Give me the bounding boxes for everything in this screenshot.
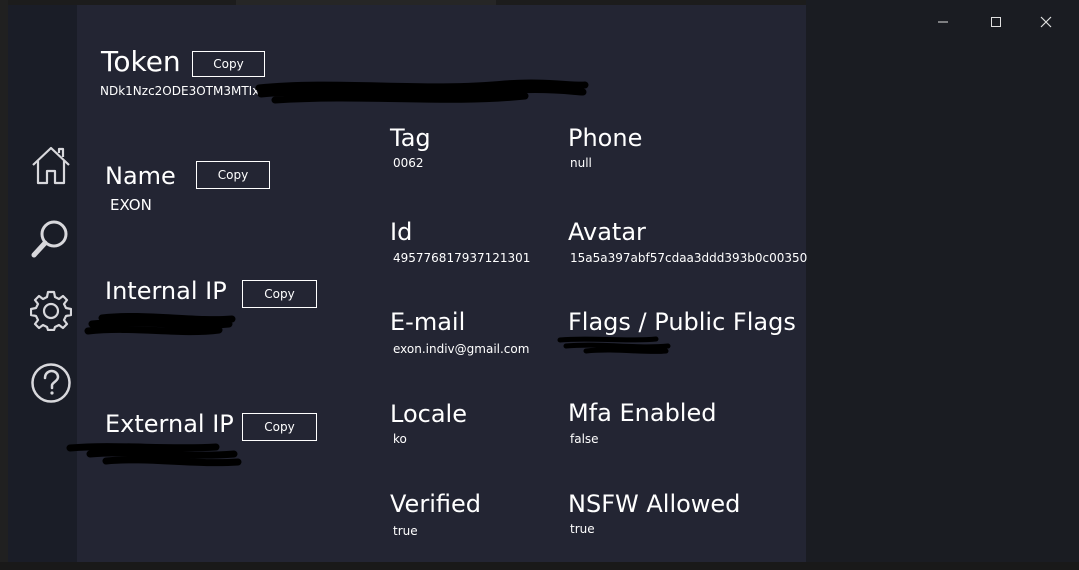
locale-value: ko bbox=[393, 432, 407, 446]
redaction-scribble bbox=[557, 336, 671, 354]
verified-value: true bbox=[393, 524, 418, 538]
maximize-button[interactable] bbox=[979, 8, 1013, 36]
mfa-label: Mfa Enabled bbox=[568, 399, 717, 427]
close-icon bbox=[1040, 16, 1052, 28]
internal-ip-label: Internal IP bbox=[105, 277, 227, 305]
close-button[interactable] bbox=[1029, 8, 1063, 36]
external-ip-label: External IP bbox=[105, 410, 234, 438]
home-icon[interactable] bbox=[30, 144, 72, 186]
email-label: E-mail bbox=[390, 308, 466, 336]
desktop-background-left bbox=[0, 0, 8, 570]
name-value: EXON bbox=[110, 196, 152, 214]
avatar-value: 15a5a397abf57cdaa3ddd393b0c00350 bbox=[570, 251, 808, 265]
copy-name-button[interactable]: Copy bbox=[196, 161, 270, 189]
avatar-label: Avatar bbox=[568, 218, 646, 246]
help-icon[interactable] bbox=[30, 362, 72, 404]
verified-label: Verified bbox=[390, 490, 481, 518]
copy-external-ip-button[interactable]: Copy bbox=[242, 413, 317, 441]
id-label: Id bbox=[390, 218, 413, 246]
minimize-button[interactable] bbox=[926, 8, 960, 36]
mfa-value: false bbox=[570, 432, 599, 446]
copy-internal-ip-button[interactable]: Copy bbox=[242, 280, 317, 308]
nsfw-value: true bbox=[570, 522, 595, 536]
copy-token-button[interactable]: Copy bbox=[192, 51, 265, 77]
token-value: NDk1Nzc2ODE3OTM3MTIx bbox=[100, 84, 260, 98]
maximize-icon bbox=[991, 17, 1001, 27]
desktop-background-bottom bbox=[0, 562, 1079, 570]
nsfw-label: NSFW Allowed bbox=[568, 490, 741, 518]
id-value: 495776817937121301 bbox=[393, 251, 531, 265]
phone-label: Phone bbox=[568, 124, 643, 152]
gear-icon[interactable] bbox=[30, 289, 72, 331]
minimize-icon bbox=[938, 21, 948, 23]
sidebar bbox=[8, 5, 77, 562]
name-label: Name bbox=[105, 162, 176, 190]
locale-label: Locale bbox=[390, 400, 467, 428]
tag-value: 0062 bbox=[393, 156, 424, 170]
tag-label: Tag bbox=[390, 124, 431, 152]
email-value: exon.indiv@gmail.com bbox=[393, 342, 530, 356]
token-label: Token bbox=[101, 45, 181, 78]
redaction-scribble bbox=[255, 79, 589, 104]
flags-label: Flags / Public Flags bbox=[568, 308, 796, 336]
desktop-background-right bbox=[806, 0, 1079, 570]
search-icon[interactable] bbox=[30, 217, 72, 259]
phone-value: null bbox=[570, 156, 592, 170]
redaction-scribble bbox=[66, 443, 242, 467]
redaction-scribble bbox=[84, 312, 236, 336]
